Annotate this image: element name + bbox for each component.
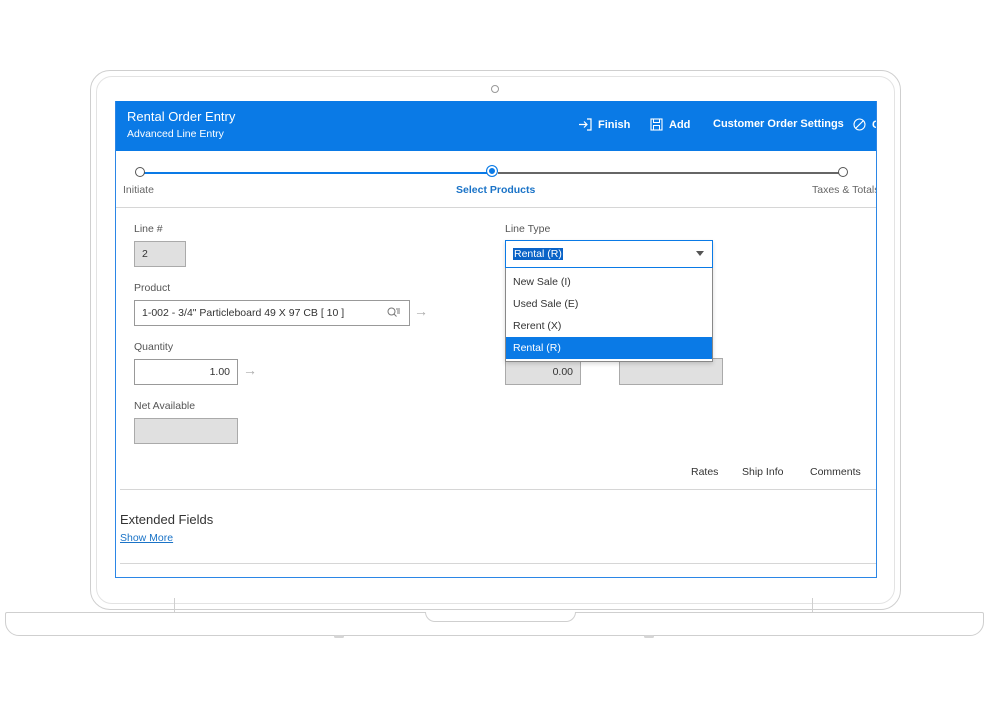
page-title: Rental Order Entry — [127, 109, 236, 124]
finish-icon — [579, 118, 592, 131]
line-type-select[interactable]: Rental (R) — [505, 240, 713, 268]
customer-order-settings-button[interactable]: Customer Order Settings — [713, 118, 844, 130]
chevron-down-icon[interactable] — [696, 251, 704, 256]
laptop-foot-right — [644, 635, 654, 638]
cancel-icon — [853, 118, 866, 131]
cancel-label: C — [872, 119, 876, 131]
search-icon[interactable] — [387, 307, 401, 319]
hinge-right — [812, 598, 813, 612]
stepper-line-pending — [498, 172, 840, 174]
extended-fields-title: Extended Fields — [120, 512, 214, 527]
hinge-left — [174, 598, 175, 612]
step-select-products-dot[interactable] — [486, 165, 498, 177]
show-more-link[interactable]: Show More — [120, 532, 173, 544]
product-input[interactable]: 1-002 - 3/4" Particleboard 49 X 97 CB [ … — [134, 300, 410, 326]
step-taxes-totals-dot[interactable] — [838, 167, 848, 177]
product-value: 1-002 - 3/4" Particleboard 49 X 97 CB [ … — [142, 307, 345, 319]
quantity-value: 1.00 — [209, 366, 230, 378]
divider — [120, 489, 876, 490]
quantity-arrow-icon[interactable]: → — [243, 362, 257, 378]
divider-bottom — [120, 563, 876, 564]
add-button[interactable]: Add — [650, 118, 690, 131]
stepper-line-complete — [144, 172, 488, 174]
line-number-label: Line # — [134, 223, 163, 235]
laptop-foot-left — [334, 635, 344, 638]
step-taxes-totals-label[interactable]: Taxes & Totals — [812, 184, 876, 196]
line-type-selected-value: Rental (R) — [513, 248, 563, 260]
quantity-label: Quantity — [134, 341, 174, 353]
cancel-button[interactable]: C — [853, 118, 876, 131]
save-icon — [650, 118, 663, 131]
customer-order-settings-label: Customer Order Settings — [713, 118, 844, 130]
tab-rates[interactable]: Rates — [691, 466, 718, 478]
line-type-option-new-sale[interactable]: New Sale (I) — [506, 271, 712, 293]
finish-button[interactable]: Finish — [578, 118, 630, 131]
net-available-field — [134, 418, 238, 444]
progress-stepper — [116, 151, 876, 208]
rate-value: 0.00 — [552, 365, 573, 378]
line-type-option-used-sale[interactable]: Used Sale (E) — [506, 293, 712, 315]
line-number-field: 2 — [134, 241, 186, 267]
secondary-field — [619, 358, 723, 385]
laptop-notch — [425, 612, 576, 622]
add-label: Add — [669, 118, 691, 131]
product-arrow-icon[interactable]: → — [414, 303, 428, 319]
tab-ship-info[interactable]: Ship Info — [742, 466, 783, 478]
product-label: Product — [134, 282, 171, 294]
line-type-option-rental[interactable]: Rental (R) — [506, 337, 712, 359]
page-subtitle: Advanced Line Entry — [127, 128, 224, 140]
step-select-products-label[interactable]: Select Products — [456, 184, 535, 196]
finish-label: Finish — [598, 118, 631, 131]
camera-icon — [491, 85, 499, 93]
line-type-option-rerent[interactable]: Rerent (X) — [506, 315, 712, 337]
line-type-label: Line Type — [505, 223, 551, 235]
step-initiate-label[interactable]: Initiate — [123, 184, 154, 196]
net-available-label: Net Available — [134, 400, 196, 412]
tab-comments[interactable]: Comments — [810, 466, 861, 478]
line-number-value: 2 — [142, 248, 148, 260]
quantity-input[interactable]: 1.00 — [134, 359, 238, 385]
rate-field: 0.00 — [505, 358, 581, 385]
step-initiate-dot[interactable] — [135, 167, 145, 177]
app-header: Rental Order Entry Advanced Line Entry F… — [116, 101, 876, 151]
app-screen: Rental Order Entry Advanced Line Entry F… — [115, 101, 877, 578]
